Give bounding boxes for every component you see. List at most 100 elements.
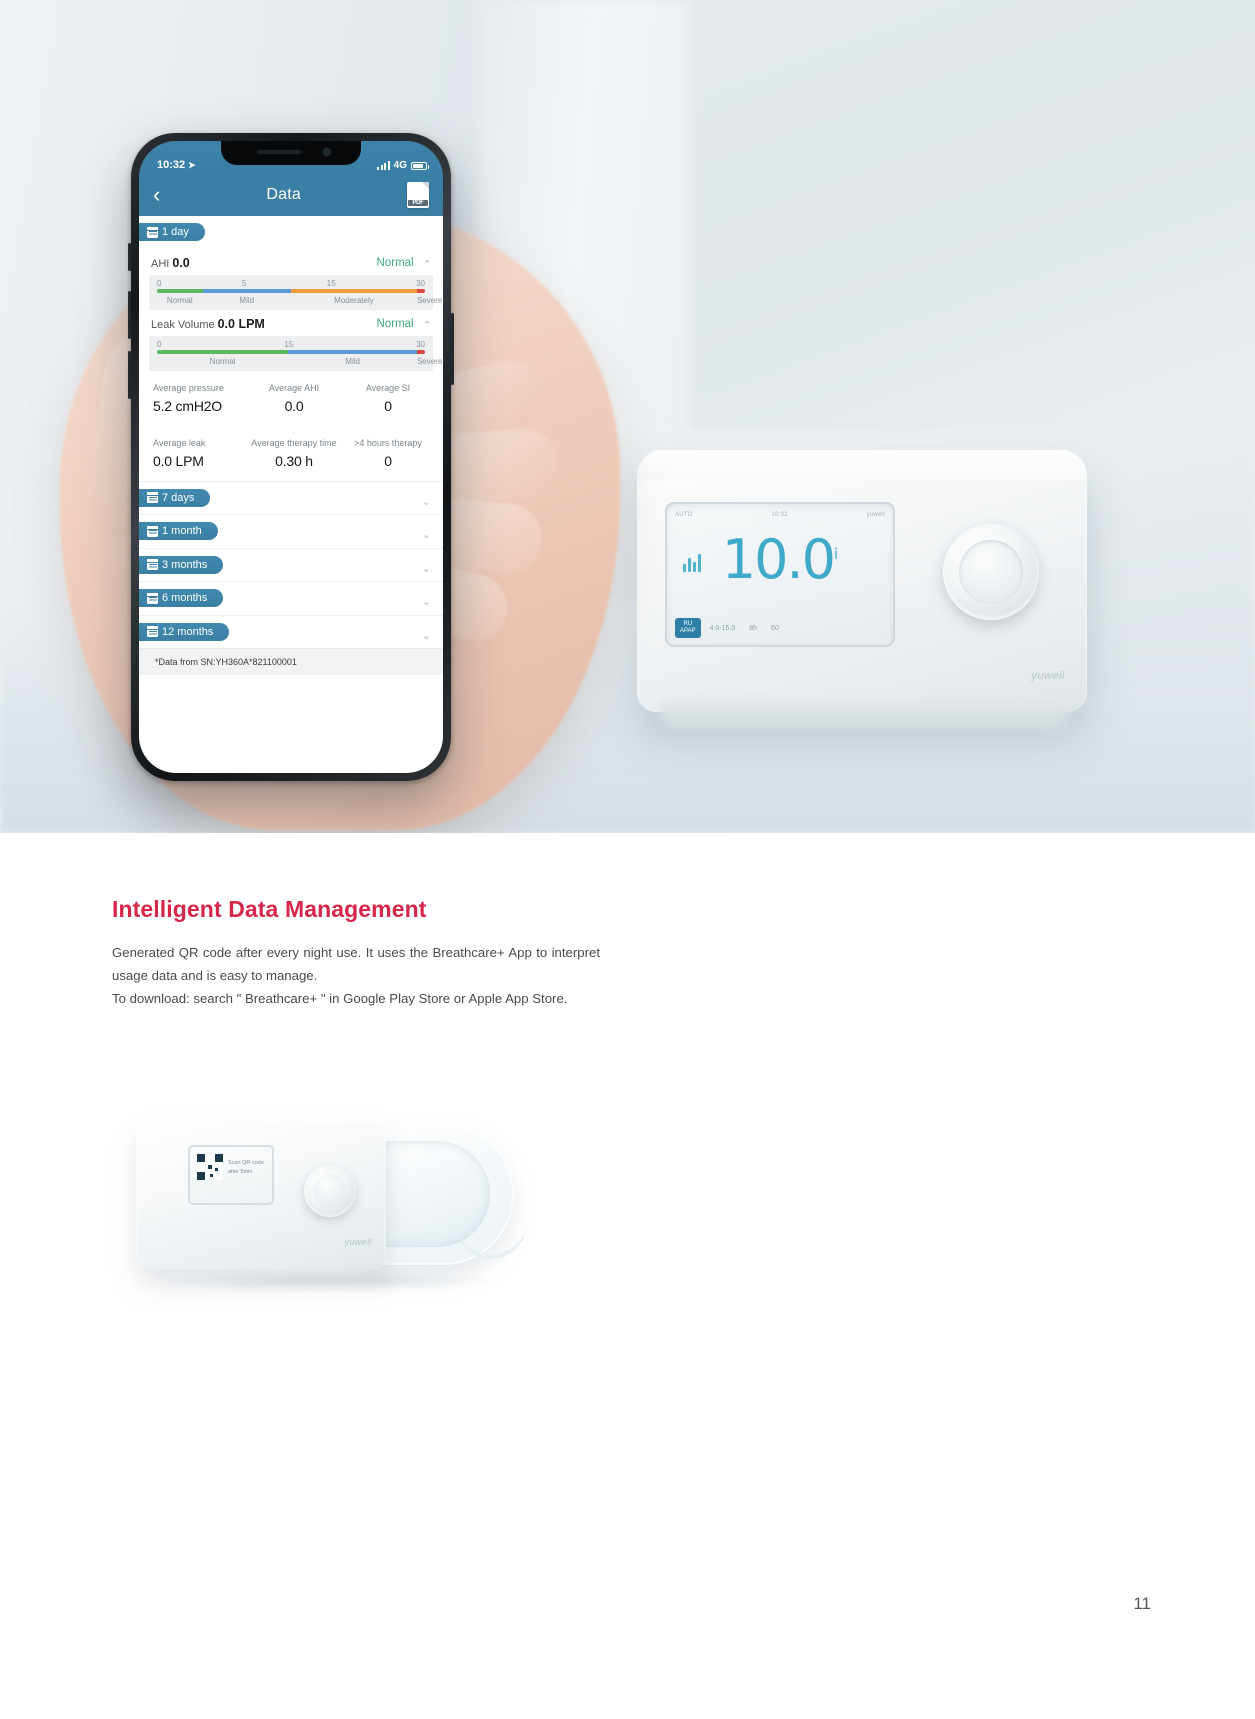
section-3months[interactable]: 3 months ⌄ (139, 547, 443, 582)
page-root: AUTO 10:32 yuwell 10.0i RU APAP 4.0-15.0… (0, 0, 1255, 1719)
chevron-down-icon[interactable]: ⌄ (422, 528, 431, 541)
chevron-down-icon[interactable]: ⌄ (422, 595, 431, 608)
product-display: Scan QR code after 5min (188, 1145, 274, 1205)
gauge-bar-leak (157, 349, 425, 354)
phone-power-button[interactable] (451, 313, 454, 385)
location-arrow-icon: ➤ (188, 159, 196, 170)
page-title: Data (266, 186, 301, 203)
back-button[interactable]: ‹ (153, 184, 160, 206)
phone-volume-down-button[interactable] (128, 351, 131, 399)
metric-leak-value: 0.0 LPM (217, 316, 265, 331)
cpap-pressure-unit: i (834, 545, 839, 563)
gauge-ticks-leak: 0 15 30 (157, 339, 425, 349)
chevron-up-icon-leak[interactable]: ⌄ (423, 318, 431, 329)
phone-screen: 10:32 ➤ 4G ‹ Data PDF 1 day AHI 0.0 Norm… (139, 141, 443, 773)
product-brand-logo: yuwell (344, 1237, 372, 1247)
phone-mute-switch[interactable] (128, 243, 131, 271)
chevron-down-icon[interactable]: ⌄ (422, 629, 431, 642)
pdf-export-icon[interactable]: PDF (407, 182, 429, 208)
chip-7-days[interactable]: 7 days (139, 488, 211, 507)
cpap-base-shadow (660, 700, 1070, 730)
chip-3-months[interactable]: 3 months (139, 555, 224, 574)
section-1day-header[interactable]: 1 day (139, 216, 443, 249)
section-body: Generated QR code after every night use.… (112, 941, 600, 1010)
stat-average-ahi: Average AHI 0.0 (268, 382, 320, 414)
stat-over-4-hours: >4 hours therapy 0 (354, 437, 422, 469)
gauge-zone-labels: Normal Mild Moderately Severe (166, 295, 443, 305)
calendar-icon (147, 559, 158, 570)
cpap-control-knob (943, 524, 1039, 620)
metric-leak-header[interactable]: Leak Volume 0.0 LPM Normal ⌄ (139, 310, 443, 336)
cpap-device: AUTO 10:32 yuwell 10.0i RU APAP 4.0-15.0… (637, 450, 1087, 712)
calendar-icon (147, 626, 158, 637)
phone-volume-up-button[interactable] (128, 291, 131, 339)
section-title: Intelligent Data Management (112, 896, 427, 922)
signal-bars-icon (377, 161, 390, 170)
metric-leak-status: Normal (376, 317, 414, 330)
calendar-icon (147, 592, 158, 604)
lower-section: Intelligent Data Management Generated QR… (0, 833, 1255, 1719)
metric-ahi-value: 0.0 (172, 255, 190, 270)
phone-notch (221, 141, 361, 165)
chip-label: 1 day (162, 226, 189, 238)
product-knob (304, 1165, 356, 1217)
cpap-display-topbar: AUTO 10:32 yuwell (675, 510, 885, 519)
metric-ahi-label: AHI 0.0 (151, 255, 190, 270)
battery-icon (411, 161, 429, 170)
chevron-down-icon[interactable]: ⌄ (422, 495, 431, 508)
qr-code-icon (197, 1154, 223, 1180)
phone-mockup: 10:32 ➤ 4G ‹ Data PDF 1 day AHI 0.0 Norm… (128, 133, 454, 781)
status-time: 10:32 (157, 159, 186, 171)
network-type: 4G (393, 160, 407, 171)
product-photo: Scan QR code after 5min yuwell (128, 1095, 530, 1295)
chevron-down-icon[interactable]: ⌄ (422, 562, 431, 575)
cpap-mode-chip: RU APAP (675, 618, 701, 638)
cpap-top-face (637, 450, 1087, 480)
body-paragraph-1: Generated QR code after every night use.… (112, 945, 600, 983)
section-1month[interactable]: 1 month ⌄ (139, 514, 443, 548)
gauge-bar (157, 288, 425, 293)
metric-leak-gauge: 0 15 30 Normal Mild Severe (149, 335, 443, 371)
page-number: 11 (1133, 1594, 1151, 1613)
stats-row-1: Average pressure 5.2 cmH2O Average AHI 0… (139, 371, 443, 420)
cpap-pressure-value: 10.0i (721, 528, 839, 591)
cpap-brand-logo: yuwell (1031, 670, 1065, 682)
product-shadow (148, 1271, 498, 1291)
hero-photo: AUTO 10:32 yuwell 10.0i RU APAP 4.0-15.0… (0, 0, 1255, 833)
qr-caption: Scan QR code after 5min (228, 1160, 264, 1175)
app-navbar: ‹ Data PDF (139, 174, 443, 216)
gauge-zone-labels-leak: Normal Mild Severe (209, 356, 443, 366)
app-content: 1 day AHI 0.0 Normal ⌄ 0 5 15 30 Normal … (139, 216, 443, 773)
data-source-footnote: *Data from SN:YH360A*821100001 (139, 648, 443, 675)
chip-12-months[interactable]: 12 months (139, 622, 230, 641)
section-6months[interactable]: 6 months ⌄ (139, 581, 443, 615)
front-camera (323, 148, 331, 156)
chip-1-day[interactable]: 1 day (139, 223, 205, 241)
stat-average-si: Average SI 0 (365, 382, 411, 414)
cpap-display-bottombar: RU APAP 4.0-15.0 8h 60 (671, 617, 889, 639)
metric-ahi-gauge: 0 5 15 30 Normal Mild Moderately Severe (149, 274, 443, 310)
cpap-display: AUTO 10:32 yuwell 10.0i RU APAP 4.0-15.0… (665, 502, 895, 647)
chip-6-months[interactable]: 6 months (139, 589, 224, 607)
body-paragraph-2: To download: search " Breathcare+ " in G… (112, 991, 568, 1006)
cpap-time-text: 10:32 (771, 511, 788, 518)
section-7days[interactable]: 7 days ⌄ (139, 480, 443, 515)
cpap-readouts: 4.0-15.0 8h 60 (709, 624, 779, 632)
cpap-brand-small: yuwell (866, 511, 885, 518)
metric-ahi-header[interactable]: AHI 0.0 Normal ⌄ (139, 249, 443, 275)
cpap-mode-text: AUTO (675, 511, 693, 518)
stat-average-therapy-time: Average therapy time 0.30 h (251, 437, 337, 469)
metric-leak-label: Leak Volume 0.0 LPM (151, 316, 265, 331)
stats-row-2: Average leak 0.0 LPM Average therapy tim… (139, 420, 443, 481)
metric-ahi-status: Normal (376, 256, 414, 269)
section-12months[interactable]: 12 months ⌄ (139, 614, 443, 649)
stat-average-leak: Average leak 0.0 LPM (153, 437, 206, 469)
product-body: Scan QR code after 5min yuwell (136, 1119, 386, 1269)
calendar-icon (147, 525, 158, 537)
chip-1-month[interactable]: 1 month (139, 522, 218, 540)
calendar-icon (147, 492, 158, 503)
chevron-up-icon[interactable]: ⌄ (423, 257, 431, 268)
calendar-icon (147, 226, 158, 238)
gauge-ticks: 0 5 15 30 (157, 278, 425, 288)
earpiece-speaker (257, 150, 301, 154)
